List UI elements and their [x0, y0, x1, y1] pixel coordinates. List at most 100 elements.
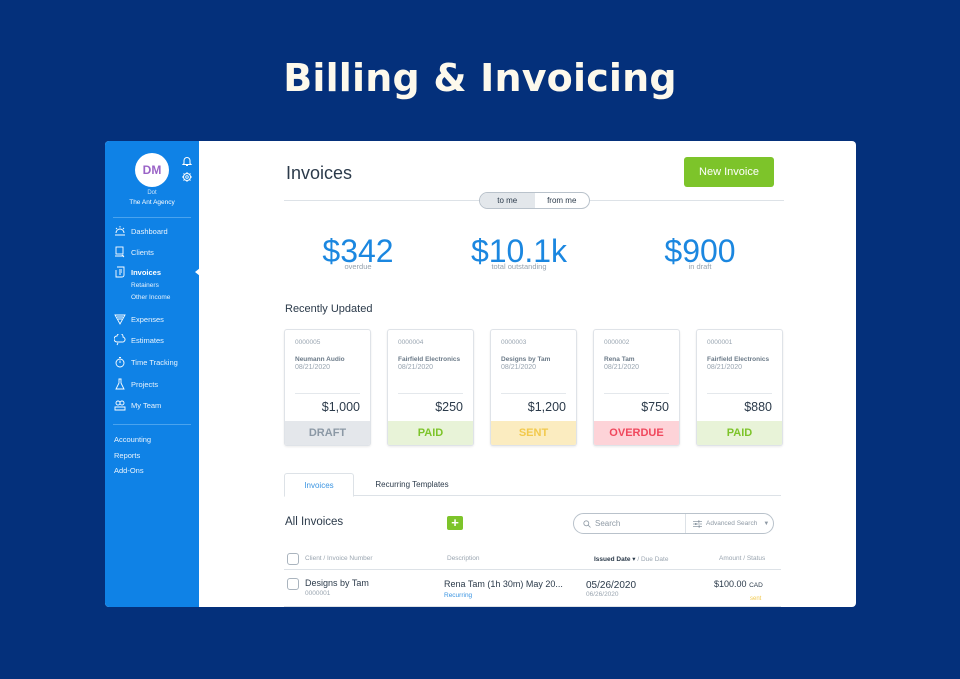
- direction-toggle: to me from me: [479, 192, 590, 209]
- invoice-card[interactable]: 0000001 Fairfield Electronics 08/21/2020 $8…: [696, 329, 783, 446]
- sidebar-item-label: Time Tracking: [131, 357, 178, 367]
- tab-recurring-templates[interactable]: Recurring Templates: [362, 473, 462, 496]
- sidebar-item-my-team[interactable]: My Team: [114, 398, 161, 412]
- sidebar-item-accounting[interactable]: Accounting: [114, 435, 151, 444]
- card-divider: [707, 393, 772, 394]
- sidebar-item-expenses[interactable]: Expenses: [114, 312, 164, 326]
- add-invoice-button[interactable]: +: [447, 516, 463, 530]
- sidebar-subitem-retainers[interactable]: Retainers: [131, 282, 159, 289]
- page-title: Invoices: [286, 163, 353, 183]
- card-date: 08/21/2020: [604, 364, 640, 371]
- advanced-search-dropdown[interactable]: Advanced Search ▼: [686, 520, 773, 528]
- stat-overdue[interactable]: $342 overdue: [288, 235, 428, 271]
- avatar[interactable]: DM: [135, 153, 169, 187]
- toggle-from-me[interactable]: from me: [535, 193, 590, 208]
- sidebar-item-add-ons[interactable]: Add-Ons: [114, 466, 144, 475]
- sidebar-item-clients[interactable]: Clients: [114, 245, 154, 259]
- sidebar-item-invoices[interactable]: Invoices: [114, 265, 161, 279]
- stat-label: in draft: [688, 262, 712, 271]
- card-status-badge: OVERDUE: [594, 421, 679, 445]
- stat-total-outstanding[interactable]: $10.1k total outstanding: [449, 235, 589, 271]
- org-name: The Ant Agency: [129, 199, 175, 206]
- card-client: Designs by Tam: [501, 356, 551, 363]
- row-issued-date: 05/26/2020: [586, 580, 637, 591]
- column-header-amount[interactable]: Amount / Status: [719, 555, 765, 562]
- card-amount: $250: [435, 400, 463, 414]
- toggle-to-me[interactable]: to me: [480, 193, 535, 208]
- sidebar-item-estimates[interactable]: Estimates: [114, 333, 164, 347]
- card-status-badge: PAID: [697, 421, 782, 445]
- sidebar-item-projects[interactable]: Projects: [114, 377, 158, 391]
- column-header-dates[interactable]: Issued Date ▾ / Due Date: [594, 555, 668, 563]
- gear-icon[interactable]: [181, 171, 193, 183]
- dashboard-icon: [115, 226, 125, 236]
- search-placeholder: Search: [595, 519, 621, 528]
- stat-in-draft[interactable]: $900 in draft: [630, 235, 770, 271]
- hero-title: Billing & Invoicing: [283, 56, 677, 100]
- invoice-tabs: Invoices Recurring Templates: [284, 473, 781, 497]
- row-description: Rena Tam (1h 30m) May 20...: [444, 579, 563, 589]
- card-client: Rena Tam: [604, 356, 635, 363]
- invoice-card[interactable]: 0000002 Rena Tam 08/21/2020 $750 OVERDUE: [593, 329, 680, 446]
- row-recurring-tag[interactable]: Recurring: [444, 592, 472, 599]
- sidebar: DM Dot The Ant Agency Dashboard Clients …: [105, 141, 200, 607]
- card-invoice-number: 0000003: [501, 339, 527, 346]
- card-date: 08/21/2020: [295, 364, 331, 371]
- column-header-due[interactable]: / Due Date: [636, 556, 668, 563]
- sidebar-item-label: My Team: [131, 400, 162, 410]
- card-divider: [604, 393, 669, 394]
- sidebar-item-label: Dashboard: [131, 226, 168, 236]
- row-due-date: 06/26/2020: [586, 591, 619, 598]
- row-amount: $100.00 CAD: [714, 579, 763, 589]
- sidebar-item-label: Invoices: [131, 267, 162, 277]
- row-invoice-number: 0000001: [305, 590, 331, 597]
- table-header-divider: [284, 569, 781, 570]
- card-invoice-number: 0000004: [398, 339, 424, 346]
- sidebar-item-dashboard[interactable]: Dashboard: [114, 224, 168, 238]
- card-divider: [501, 393, 566, 394]
- invoice-card[interactable]: 0000004 Fairfield Electronics 08/21/2020 $2…: [387, 329, 474, 446]
- row-currency: CAD: [749, 582, 763, 589]
- sidebar-item-label: Expenses: [131, 314, 164, 324]
- sidebar-item-label: Projects: [131, 379, 159, 389]
- card-client: Neumann Audio: [295, 356, 345, 363]
- search-bar: Search Advanced Search ▼: [573, 513, 774, 534]
- card-invoice-number: 0000001: [707, 339, 733, 346]
- invoice-card[interactable]: 0000005 Neumann Audio 08/21/2020 $1,000 DRAF…: [284, 329, 371, 446]
- card-client: Fairfield Electronics: [707, 356, 770, 363]
- sidebar-subitem-other-income[interactable]: Other Income: [131, 294, 170, 301]
- sidebar-item-time-tracking[interactable]: Time Tracking: [114, 355, 178, 369]
- row-checkbox[interactable]: [287, 578, 299, 590]
- column-header-description[interactable]: Description: [447, 555, 480, 562]
- app-window: DM Dot The Ant Agency Dashboard Clients …: [105, 141, 856, 607]
- column-header-client[interactable]: Client / Invoice Number: [305, 555, 373, 562]
- card-date: 08/21/2020: [707, 364, 743, 371]
- card-invoice-number: 0000005: [295, 339, 321, 346]
- bell-icon[interactable]: [181, 155, 193, 167]
- estimates-icon: [114, 334, 126, 346]
- filter-sliders-icon: [693, 520, 702, 527]
- card-amount: $880: [744, 400, 772, 414]
- main-content: Invoices New Invoice to me from me $342 …: [199, 141, 856, 607]
- chevron-down-icon: ▼: [763, 520, 770, 527]
- card-date: 08/21/2020: [501, 364, 537, 371]
- card-amount: $1,200: [527, 400, 566, 414]
- card-divider: [398, 393, 463, 394]
- new-invoice-button[interactable]: New Invoice: [684, 157, 774, 187]
- card-invoice-number: 0000002: [604, 339, 630, 346]
- sidebar-item-label: Estimates: [131, 335, 164, 345]
- select-all-checkbox[interactable]: [287, 553, 299, 565]
- column-header-issued[interactable]: Issued Date ▾: [594, 556, 636, 563]
- card-amount: $1,000: [321, 400, 360, 414]
- tab-invoices[interactable]: Invoices: [284, 473, 354, 497]
- search-input[interactable]: Search: [574, 514, 686, 533]
- card-amount: $750: [641, 400, 669, 414]
- search-icon: [583, 519, 591, 528]
- sidebar-divider: [113, 424, 191, 425]
- sidebar-item-reports[interactable]: Reports: [114, 451, 140, 460]
- flask-icon: [115, 378, 125, 390]
- all-invoices-title: All Invoices: [285, 516, 344, 528]
- invoice-card[interactable]: 0000003 Designs by Tam 08/21/2020 $1,200 SEN…: [490, 329, 577, 446]
- stat-label: overdue: [344, 262, 372, 271]
- team-icon: [114, 400, 126, 411]
